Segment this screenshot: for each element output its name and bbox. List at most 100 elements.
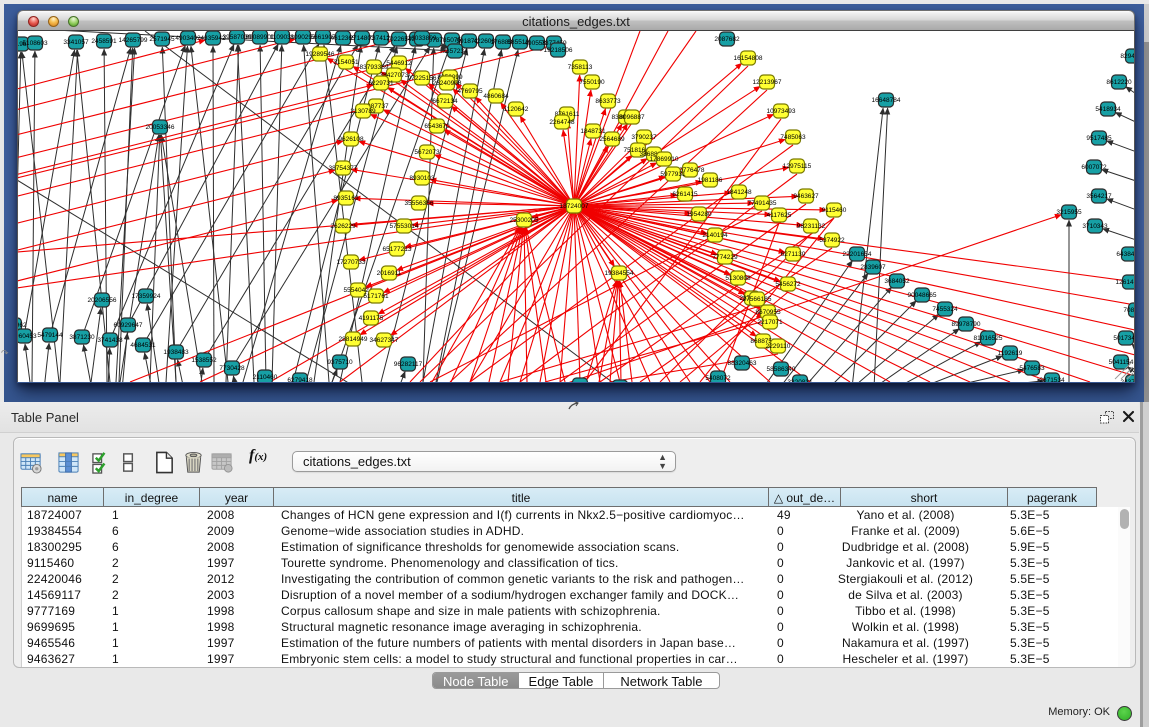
svg-text:3341057: 3341057: [63, 39, 89, 46]
svg-text:6271130: 6271130: [781, 251, 806, 258]
svg-text:7485063: 7485063: [780, 134, 806, 141]
svg-text:98231132: 98231132: [797, 223, 826, 230]
svg-text:5418934: 5418934: [1095, 106, 1121, 113]
svg-text:1192619: 1192619: [998, 350, 1023, 357]
svg-text:83793389: 83793389: [360, 64, 389, 71]
svg-text:9626108: 9626108: [338, 136, 364, 143]
svg-text:6279418: 6279418: [287, 377, 313, 382]
svg-text:89978790: 89978790: [952, 321, 981, 328]
svg-text:6543670: 6543670: [424, 123, 450, 130]
svg-text:2217071: 2217071: [757, 319, 783, 326]
svg-text:18724007: 18724007: [560, 203, 589, 210]
svg-text:27566185: 27566185: [743, 296, 772, 303]
svg-text:2571945: 2571945: [149, 36, 175, 43]
svg-text:2839607: 2839607: [860, 264, 886, 271]
svg-text:2087682: 2087682: [714, 36, 740, 43]
svg-text:6007072: 6007072: [1081, 164, 1107, 171]
svg-text:1841248: 1841248: [726, 189, 752, 196]
svg-text:2264748: 2264748: [549, 119, 575, 126]
svg-text:8612220: 8612220: [1106, 79, 1132, 86]
svg-text:88320463: 88320463: [728, 360, 757, 367]
svg-text:1120642: 1120642: [504, 106, 529, 113]
svg-text:3564217: 3564217: [1086, 193, 1112, 200]
svg-text:8935169: 8935169: [333, 195, 359, 202]
svg-text:2564689: 2564689: [599, 136, 625, 143]
svg-text:9517485: 9517485: [1086, 135, 1112, 142]
svg-text:7550190: 7550190: [579, 79, 605, 86]
svg-text:12975115: 12975115: [783, 163, 812, 170]
svg-text:22201654: 22201654: [843, 251, 872, 258]
svg-text:9375710: 9375710: [327, 359, 353, 366]
svg-text:6229731: 6229731: [368, 80, 394, 87]
svg-text:5476583: 5476583: [1019, 365, 1045, 372]
svg-text:3684052: 3684052: [884, 278, 910, 285]
svg-text:10973493: 10973493: [767, 108, 796, 115]
svg-text:5446912: 5446912: [386, 60, 412, 67]
svg-text:7774229: 7774229: [712, 254, 738, 261]
svg-text:3215955: 3215955: [1056, 209, 1082, 216]
svg-text:20053346: 20053346: [146, 124, 175, 131]
svg-text:57553014: 57553014: [390, 223, 419, 230]
svg-text:90048665: 90048665: [908, 292, 937, 299]
svg-text:7358113: 7358113: [568, 64, 593, 71]
svg-text:1848731: 1848731: [580, 128, 606, 135]
svg-text:34627347: 34627347: [370, 337, 399, 344]
svg-text:12213967: 12213967: [753, 79, 782, 86]
svg-text:1954280: 1954280: [686, 211, 712, 218]
svg-text:19218506: 19218506: [544, 47, 573, 54]
svg-text:5672073: 5672073: [414, 149, 440, 156]
svg-text:4684531: 4684531: [130, 342, 156, 349]
svg-text:1538552: 1538552: [191, 357, 217, 364]
svg-text:77491435: 77491435: [748, 200, 777, 207]
svg-text:8096887: 8096887: [619, 114, 645, 121]
svg-text:6672134: 6672134: [432, 98, 458, 105]
svg-text:96282117: 96282117: [394, 361, 423, 368]
svg-text:19384554: 19384554: [605, 270, 634, 277]
svg-text:7730428: 7730428: [219, 365, 245, 372]
svg-text:81016525: 81016525: [974, 335, 1003, 342]
svg-text:5456272: 5456272: [775, 281, 801, 288]
svg-text:2110460: 2110460: [253, 374, 278, 381]
svg-text:8294150: 8294150: [1120, 53, 1135, 60]
svg-text:7089806: 7089806: [1123, 307, 1135, 314]
svg-text:6438436: 6438436: [1116, 251, 1135, 258]
svg-text:4769795: 4769795: [457, 88, 483, 95]
svg-text:9463627: 9463627: [793, 193, 819, 200]
svg-text:4191175: 4191175: [359, 315, 384, 322]
svg-text:3871230: 3871230: [69, 334, 95, 341]
svg-text:35556386: 35556386: [405, 200, 434, 207]
svg-text:7357234: 7357234: [442, 48, 468, 55]
svg-text:20206556: 20206556: [88, 297, 117, 304]
svg-text:5130808: 5130808: [725, 275, 751, 282]
svg-text:5977931: 5977931: [660, 171, 686, 178]
svg-text:5017343: 5017343: [1113, 335, 1135, 342]
svg-text:26240908: 26240908: [433, 80, 462, 87]
svg-text:65177213: 65177213: [383, 246, 412, 253]
svg-text:2437026: 2437026: [1120, 379, 1135, 382]
svg-text:2016911: 2016911: [377, 270, 402, 277]
svg-text:2458591: 2458591: [91, 38, 117, 45]
svg-text:5108603: 5108603: [22, 40, 48, 47]
svg-text:16648784: 16648784: [872, 97, 901, 104]
svg-text:4903402: 4903402: [175, 35, 201, 42]
svg-text:1938483: 1938483: [163, 349, 189, 356]
svg-text:1981186: 1981186: [698, 177, 723, 184]
svg-text:38754377: 38754377: [329, 165, 358, 172]
svg-text:6261415: 6261415: [672, 191, 698, 198]
svg-text:3154051: 3154051: [333, 59, 359, 66]
svg-text:2229110: 2229110: [766, 343, 791, 350]
svg-text:4860684: 4860684: [483, 93, 509, 100]
svg-text:2140194: 2140194: [702, 232, 728, 239]
svg-text:8930103: 8930103: [409, 175, 435, 182]
svg-text:5408072: 5408072: [705, 375, 731, 382]
svg-text:16033809: 16033809: [408, 35, 437, 42]
svg-text:14265799: 14265799: [119, 37, 148, 44]
svg-text:4117625: 4117625: [767, 212, 792, 219]
svg-text:17869910: 17869910: [650, 156, 679, 163]
svg-text:5374922: 5374922: [819, 237, 845, 244]
svg-text:9115460: 9115460: [822, 207, 847, 214]
svg-text:60929647: 60929647: [114, 322, 143, 329]
svg-text:3320821: 3320821: [787, 379, 813, 382]
svg-text:8633773: 8633773: [595, 98, 621, 105]
svg-text:2871534: 2871534: [1039, 377, 1065, 382]
